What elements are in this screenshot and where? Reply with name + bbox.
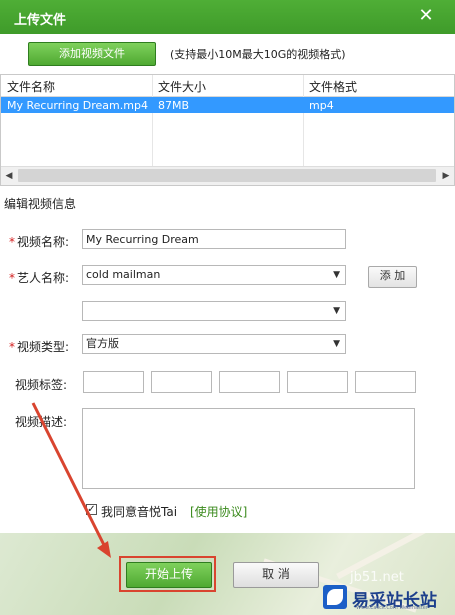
arrow-shaft [31,402,108,550]
watermark-subtitle: Www.Easck.Com Webmaster [356,605,428,611]
annotation-arrow [31,402,111,558]
watermark-logo-icon [323,585,347,609]
arrow-head [97,541,111,558]
watermark-url: jb51.net [350,570,404,585]
